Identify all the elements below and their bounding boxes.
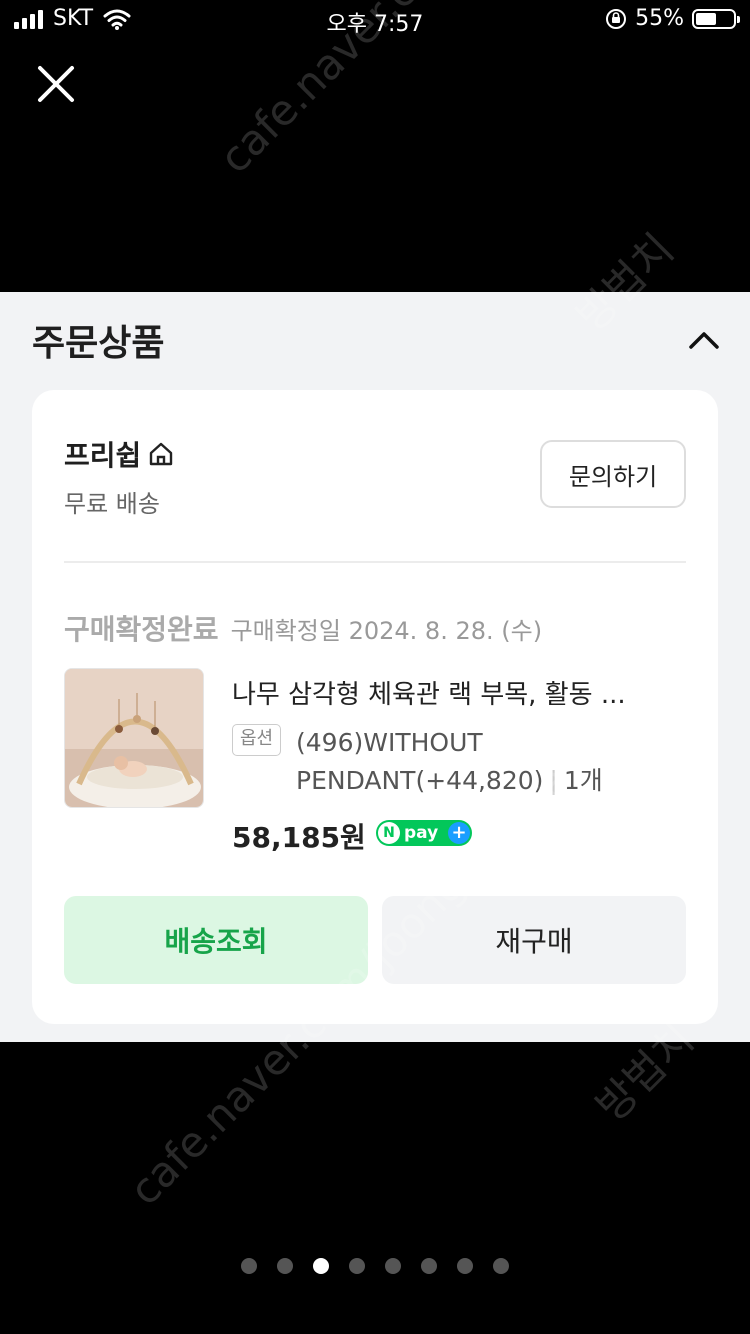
inquiry-button[interactable]: 문의하기 xyxy=(540,440,686,508)
order-card: 프리쉽 무료 배송 문의하기 구매확정완료 구매확정일 2024. 8. 28.… xyxy=(32,390,718,1024)
page-dot[interactable] xyxy=(313,1258,329,1274)
npay-plus-badge: N pay + xyxy=(376,820,472,846)
page-dot[interactable] xyxy=(349,1258,365,1274)
page-dot[interactable] xyxy=(241,1258,257,1274)
order-status: 구매확정완료 xyxy=(64,613,219,646)
product-title[interactable]: 나무 삼각형 체육관 랙 부목, 활동 ... xyxy=(232,674,682,711)
track-delivery-button[interactable]: 배송조회 xyxy=(64,896,368,984)
order-status-row: 구매확정완료 구매확정일 2024. 8. 28. (수) xyxy=(64,608,542,648)
battery-icon xyxy=(692,8,740,29)
option-badge: 옵션 xyxy=(232,724,282,756)
option-text: (496)WITHOUT PENDANT(+44,820) | 1개 xyxy=(296,724,688,800)
shop-name[interactable]: 프리쉽 xyxy=(64,434,175,474)
shipping-info: 무료 배송 xyxy=(64,490,160,518)
status-bar: SKT 오후 7:57 55% xyxy=(0,0,750,42)
page-dot[interactable] xyxy=(421,1258,437,1274)
order-product-sheet: 주문상품 프리쉽 무료 배송 문의하기 구매확정완료 구매확정일 2024. 8… xyxy=(0,292,750,1042)
npay-logo-icon: N xyxy=(378,822,400,844)
product-image xyxy=(65,669,203,807)
orientation-lock-icon xyxy=(606,8,627,29)
page-dot[interactable] xyxy=(493,1258,509,1274)
npay-label: pay xyxy=(404,823,439,843)
price: 58,185원 xyxy=(232,821,366,854)
page-dot[interactable] xyxy=(277,1258,293,1274)
rebuy-button[interactable]: 재구매 xyxy=(382,896,686,984)
page-dot[interactable] xyxy=(457,1258,473,1274)
option-separator: | xyxy=(549,766,558,795)
product-thumbnail[interactable] xyxy=(64,668,204,808)
home-icon xyxy=(150,442,173,466)
chevron-up-icon[interactable] xyxy=(686,322,722,358)
divider xyxy=(64,561,686,563)
page-dot[interactable] xyxy=(385,1258,401,1274)
battery-percent: 55% xyxy=(635,6,684,31)
page-indicator[interactable] xyxy=(0,1258,750,1274)
plus-icon: + xyxy=(448,822,470,844)
close-icon[interactable] xyxy=(32,60,80,108)
option-value: (496)WITHOUT PENDANT(+44,820) xyxy=(296,728,544,795)
shop-name-label: 프리쉽 xyxy=(64,439,142,472)
sheet-title: 주문상품 xyxy=(32,323,165,364)
confirm-date: 구매확정일 2024. 8. 28. (수) xyxy=(230,617,543,645)
quantity: 1개 xyxy=(563,766,603,795)
